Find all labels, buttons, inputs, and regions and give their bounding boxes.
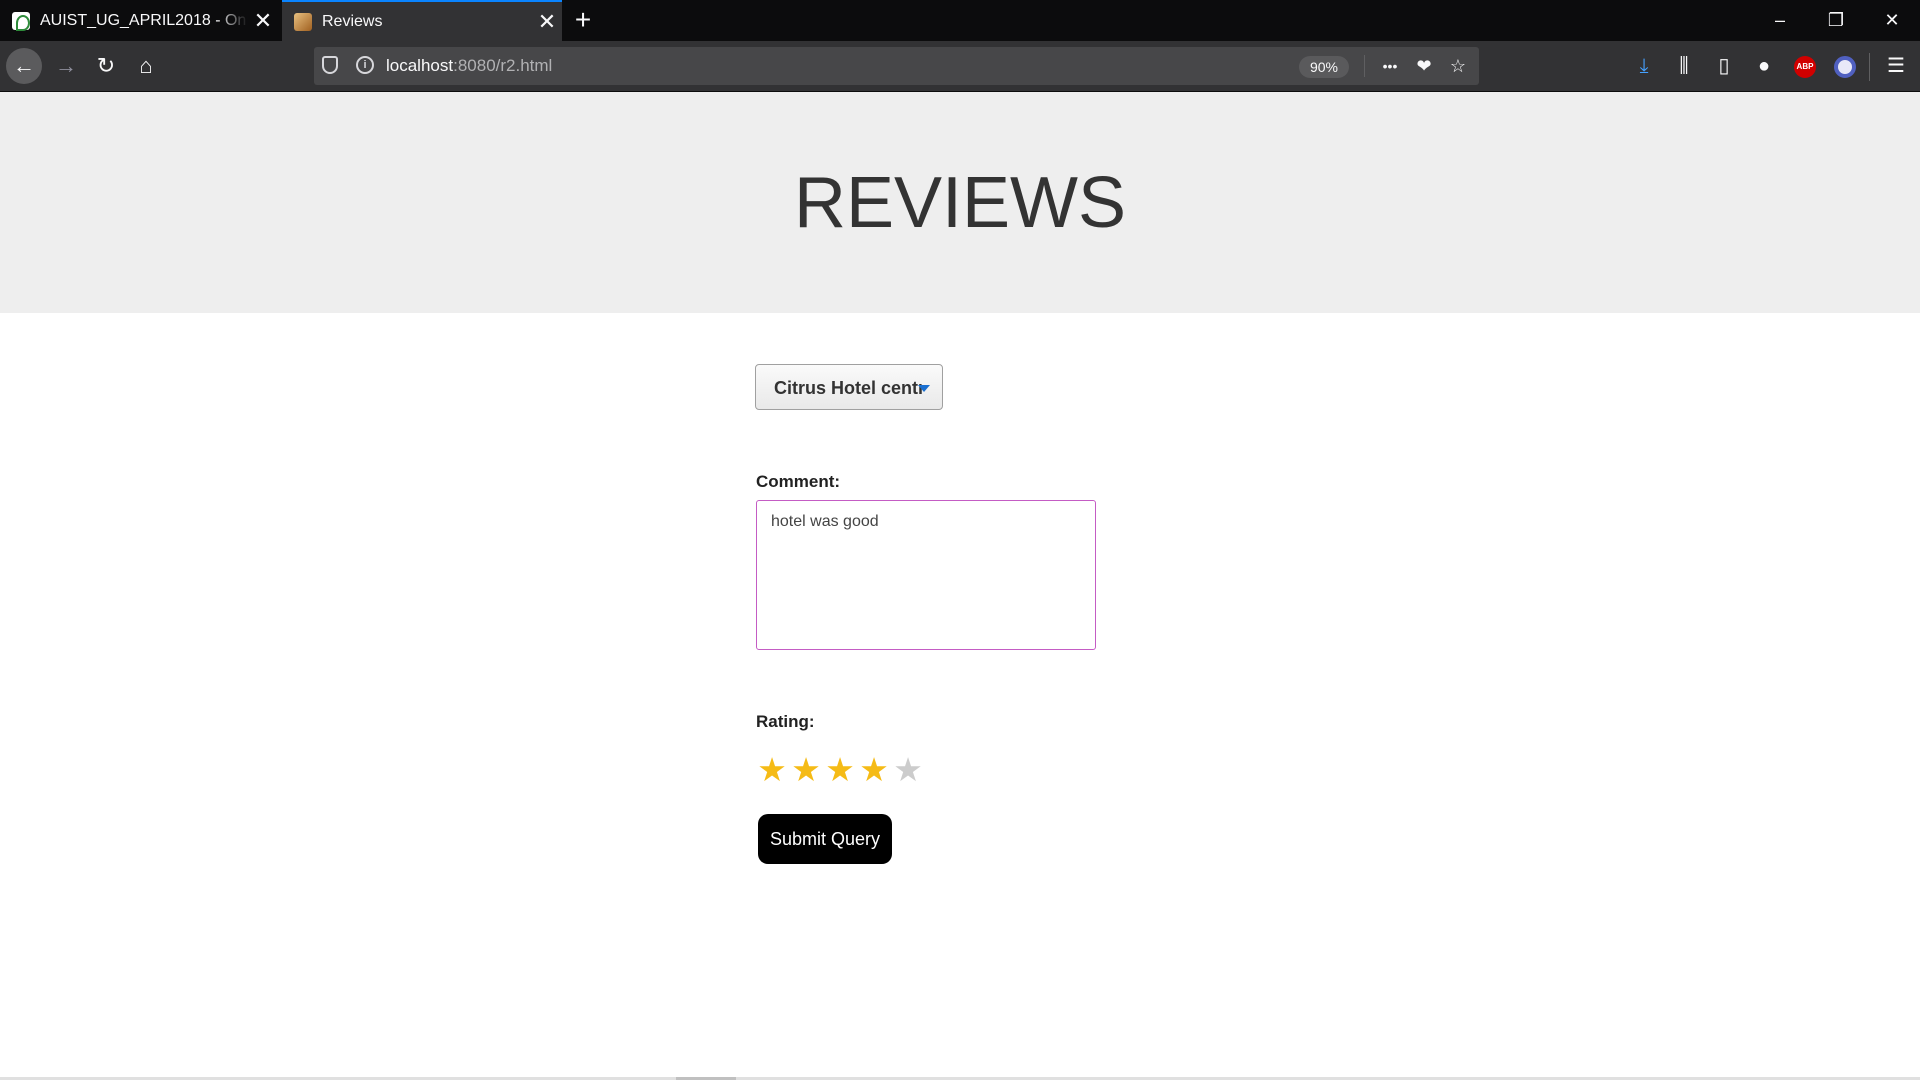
reload-button[interactable]: ↻ bbox=[88, 48, 124, 84]
adblock-plus-icon[interactable]: ABP bbox=[1794, 56, 1816, 78]
library-icon[interactable]: ⫼ bbox=[1666, 48, 1702, 84]
back-button[interactable]: ← bbox=[6, 48, 42, 84]
close-window-button[interactable]: ✕ bbox=[1864, 0, 1920, 41]
comment-label: Comment: bbox=[756, 472, 841, 491]
tab-bar: AUIST_UG_APRIL2018 - Online ✕ Reviews ✕ … bbox=[0, 0, 1920, 41]
url-path: :8080/r2.html bbox=[453, 56, 553, 75]
downloads-icon[interactable]: ⤓ bbox=[1626, 48, 1662, 84]
tab-reviews[interactable]: Reviews ✕ bbox=[282, 0, 562, 41]
close-tab-icon[interactable]: ✕ bbox=[248, 0, 278, 41]
chevron-down-icon bbox=[918, 385, 930, 392]
star-1-icon[interactable]: ★ bbox=[755, 750, 789, 790]
review-form: Citrus Hotel centre Comment: hotel was g… bbox=[755, 92, 1255, 992]
online-course-favicon-icon bbox=[12, 11, 30, 31]
menu-icon[interactable]: ☰ bbox=[1878, 48, 1914, 84]
account-icon[interactable]: ● bbox=[1746, 48, 1782, 84]
page-actions-icon[interactable]: ••• bbox=[1374, 47, 1406, 85]
tab-title: Reviews bbox=[322, 12, 383, 30]
tab-title: AUIST_UG_APRIL2018 - Online bbox=[40, 11, 248, 29]
zoom-indicator[interactable]: 90% bbox=[1299, 56, 1349, 78]
forward-button[interactable]: → bbox=[48, 48, 84, 84]
star-3-icon[interactable]: ★ bbox=[823, 750, 857, 790]
toolbar-separator bbox=[1869, 53, 1870, 81]
sidebar-icon[interactable]: ▯ bbox=[1706, 48, 1742, 84]
rating-label: Rating: bbox=[756, 712, 815, 731]
minimize-button[interactable]: – bbox=[1752, 0, 1808, 41]
pocket-icon[interactable]: ❤ bbox=[1408, 47, 1440, 85]
tracking-shield-icon[interactable] bbox=[322, 56, 338, 74]
star-4-icon[interactable]: ★ bbox=[857, 750, 891, 790]
comment-textarea[interactable]: hotel was good bbox=[756, 500, 1096, 650]
site-info-icon[interactable]: i bbox=[356, 56, 374, 74]
url-separator bbox=[1364, 55, 1365, 77]
hotel-select[interactable]: Citrus Hotel centre bbox=[755, 364, 943, 410]
url-text[interactable]: localhost:8080/r2.html bbox=[386, 47, 552, 85]
bookmark-star-icon[interactable]: ☆ bbox=[1442, 47, 1474, 85]
page-viewport: REVIEWS Citrus Hotel centre Comment: hot… bbox=[0, 92, 1920, 1080]
close-tab-icon[interactable]: ✕ bbox=[532, 1, 562, 42]
navigation-toolbar: ← → ↻ ⌂ i localhost:8080/r2.html 90% •••… bbox=[0, 41, 1920, 92]
star-2-icon[interactable]: ★ bbox=[789, 750, 823, 790]
tab-online-course[interactable]: AUIST_UG_APRIL2018 - Online ✕ bbox=[0, 0, 278, 41]
address-bar[interactable]: i localhost:8080/r2.html 90% ••• ❤ ☆ bbox=[314, 47, 1479, 85]
home-button[interactable]: ⌂ bbox=[128, 48, 164, 84]
reviews-favicon-icon bbox=[294, 12, 312, 31]
submit-button[interactable]: Submit Query bbox=[758, 814, 892, 864]
blocker-extension-icon[interactable] bbox=[1834, 56, 1856, 78]
url-host: localhost bbox=[386, 56, 454, 75]
hotel-select-value: Citrus Hotel centre bbox=[774, 378, 922, 398]
star-5-icon[interactable]: ★ bbox=[891, 750, 925, 790]
new-tab-button[interactable]: + bbox=[568, 0, 598, 41]
star-rating: ★ ★ ★ ★ ★ bbox=[755, 750, 925, 790]
restore-button[interactable]: ❐ bbox=[1808, 0, 1864, 41]
